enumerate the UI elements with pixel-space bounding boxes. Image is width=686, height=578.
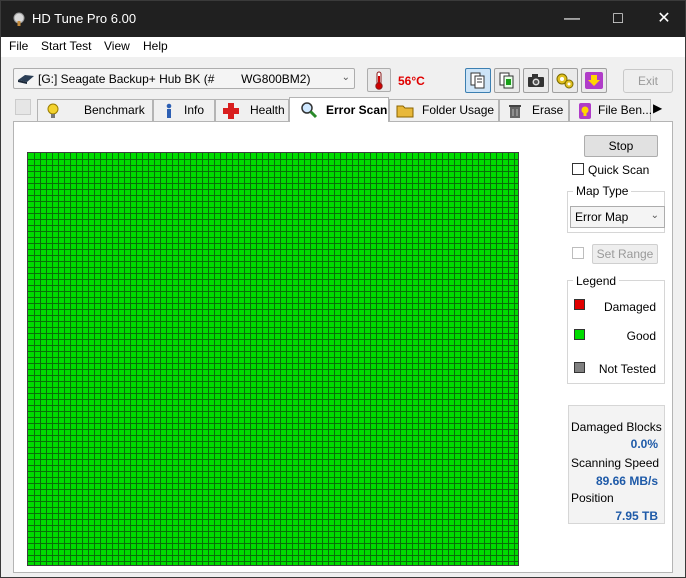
scanning-speed-label: Scanning Speed xyxy=(571,456,660,470)
menu-bar: File Start Test View Help xyxy=(1,37,685,57)
set-range-button[interactable]: Set Range xyxy=(592,244,658,264)
legend-damaged-label: Damaged xyxy=(603,300,656,314)
app-window: HD Tune Pro 6.00 — □ ✕ File Start Test V… xyxy=(0,0,686,578)
maximize-icon[interactable]: □ xyxy=(595,1,641,37)
tab-benchmark[interactable]: Benchmark xyxy=(37,99,153,121)
legend-not-tested-label: Not Tested xyxy=(598,362,656,376)
error-scan-map xyxy=(27,152,519,566)
hdtune-app-icon xyxy=(11,11,27,27)
camera-icon xyxy=(528,74,544,87)
map-type-title: Map Type xyxy=(573,184,632,198)
tab-info-label: Info xyxy=(184,103,205,117)
copy-info-button[interactable] xyxy=(465,68,491,93)
tab-health[interactable]: Health xyxy=(215,99,289,121)
tab-benchmark-label: Benchmark xyxy=(84,103,145,117)
options-button[interactable] xyxy=(552,68,578,93)
title-bar[interactable]: HD Tune Pro 6.00 — □ ✕ xyxy=(1,1,685,37)
gears-icon xyxy=(556,73,574,89)
set-range-checkbox[interactable] xyxy=(572,247,584,259)
scan-grid-lines xyxy=(28,153,518,565)
tab-folder-usage-label: Folder Usage xyxy=(422,103,495,117)
exit-button[interactable]: Exit xyxy=(623,69,673,93)
close-icon[interactable]: ✕ xyxy=(641,1,685,37)
stop-button[interactable]: Stop xyxy=(584,135,658,157)
drive-select-value: [G:] Seagate Backup+ Hub BK (# WG800BM2) xyxy=(38,72,311,86)
damaged-blocks-value: 0.0% xyxy=(630,437,658,451)
legend-title: Legend xyxy=(573,274,620,288)
position-label: Position xyxy=(571,491,614,505)
minimize-icon[interactable]: — xyxy=(549,1,595,37)
save-button[interactable] xyxy=(581,68,607,93)
scan-block-grid xyxy=(28,153,518,565)
quick-scan-checkbox[interactable] xyxy=(572,163,584,175)
tab-erase[interactable]: Erase xyxy=(499,99,569,121)
tab-file-benchmark[interactable]: File Ben... xyxy=(569,99,653,121)
cross-icon xyxy=(222,102,240,120)
tab-health-label: Health xyxy=(250,103,285,117)
menu-view[interactable]: View xyxy=(104,39,130,53)
drive-icon xyxy=(17,73,35,88)
drive-select[interactable]: [G:] Seagate Backup+ Hub BK (# WG800BM2)… xyxy=(13,68,355,89)
map-type-value: Error Map xyxy=(575,210,629,224)
chevron-down-icon: ⌄ xyxy=(341,72,350,83)
copy-all-button[interactable] xyxy=(494,68,520,93)
magnifier-icon xyxy=(300,101,318,119)
menu-start-test[interactable]: Start Test xyxy=(41,39,91,53)
tab-scroll-right-icon[interactable]: ▶ xyxy=(653,101,665,117)
trash-icon xyxy=(506,102,524,120)
temperature-button[interactable] xyxy=(367,68,391,92)
tab-file-benchmark-label: File Ben... xyxy=(598,103,653,117)
download-arrow-icon xyxy=(585,72,603,89)
tab-info[interactable]: Info xyxy=(153,99,215,121)
temperature-readout: 56°C xyxy=(398,74,425,88)
legend-good-swatch xyxy=(574,329,585,340)
tab-error-scan[interactable]: Error Scan xyxy=(289,97,389,122)
thermometer-icon xyxy=(375,71,383,90)
tab-folder-usage[interactable]: Folder Usage xyxy=(389,99,499,121)
copy-icon xyxy=(470,72,485,89)
lightbulb-icon xyxy=(44,102,62,120)
legend-not-tested-swatch xyxy=(574,362,585,373)
info-icon xyxy=(160,102,178,120)
tab-error-scan-label: Error Scan xyxy=(326,103,388,117)
menu-help[interactable]: Help xyxy=(143,39,168,53)
scanning-speed-value: 89.66 MB/s xyxy=(595,474,658,488)
legend-damaged-swatch xyxy=(574,299,585,310)
file-icon xyxy=(576,102,594,120)
copy-green-icon xyxy=(499,72,514,89)
window-title: HD Tune Pro 6.00 xyxy=(32,11,137,26)
position-value: 7.95 TB xyxy=(615,509,658,523)
tab-erase-label: Erase xyxy=(532,103,564,117)
tab-placeholder xyxy=(15,99,31,115)
map-type-select[interactable]: Error Map ⌄ xyxy=(570,206,665,228)
legend-good-label: Good xyxy=(626,329,656,343)
menu-file[interactable]: File xyxy=(9,39,28,53)
folder-icon xyxy=(396,102,414,120)
quick-scan-label: Quick Scan xyxy=(588,163,650,177)
scan-stats-box: Damaged Blocks 0.0% Scanning Speed 89.66… xyxy=(568,405,665,524)
screenshot-button[interactable] xyxy=(523,68,549,93)
chevron-down-icon: ⌄ xyxy=(650,210,659,221)
damaged-blocks-label: Damaged Blocks xyxy=(571,420,662,434)
